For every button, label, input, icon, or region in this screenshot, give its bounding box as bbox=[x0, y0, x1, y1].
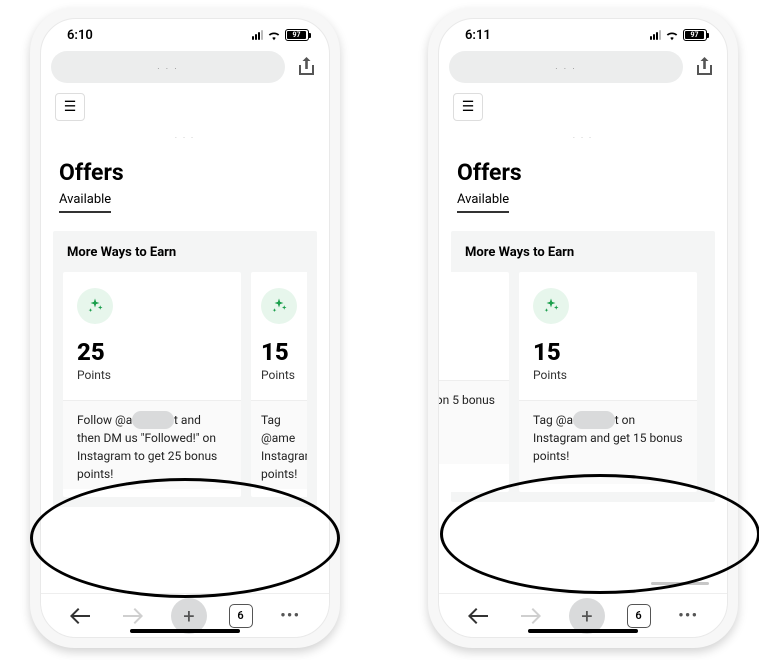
offer-description: Follow @axxxxxxxt and then DM us "Follow… bbox=[63, 400, 241, 489]
page-title: Offers bbox=[439, 143, 727, 192]
hamburger-menu-button[interactable]: ☰ bbox=[55, 93, 85, 121]
offer-card[interactable]: 15 Points Tag @ame Instagram points! bbox=[251, 272, 307, 497]
offer-card[interactable]: thrift and ved!" on 5 bonus bbox=[439, 272, 509, 492]
points-label: Points bbox=[77, 368, 227, 382]
screen: 6:10 97 . . . ☰ bbox=[40, 18, 330, 638]
page-content: ☰ . . . Offers Available More Ways to Ea… bbox=[439, 87, 727, 593]
home-indicator bbox=[528, 629, 638, 633]
status-right: 97 bbox=[650, 29, 707, 41]
status-right: 97 bbox=[252, 29, 309, 41]
tabs-button[interactable]: 6 bbox=[627, 604, 651, 628]
points-value: 15 bbox=[261, 338, 307, 366]
tab-available[interactable]: Available bbox=[457, 192, 509, 213]
screen: 6:11 97 . . . ☰ . . . bbox=[438, 18, 728, 638]
phone-mockup-right: 6:11 97 . . . ☰ . . . bbox=[428, 8, 738, 648]
offer-description: thrift and ved!" on 5 bonus bbox=[439, 380, 509, 464]
more-menu-button[interactable]: ••• bbox=[672, 600, 704, 632]
sparkle-icon bbox=[261, 288, 297, 324]
sparkle-icon bbox=[77, 288, 113, 324]
points-label: Points bbox=[261, 368, 307, 382]
redacted-handle: xxxxxxx bbox=[573, 411, 615, 429]
battery-level: 97 bbox=[292, 31, 300, 39]
forward-button[interactable] bbox=[515, 600, 547, 632]
wifi-icon bbox=[665, 29, 679, 41]
back-button[interactable] bbox=[462, 600, 494, 632]
tabs: Available bbox=[41, 192, 329, 231]
offer-card[interactable]: 25 Points Follow @axxxxxxxt and then DM … bbox=[63, 272, 241, 497]
points-value: 15 bbox=[533, 338, 683, 366]
hamburger-menu-button[interactable]: ☰ bbox=[453, 93, 483, 121]
offer-card[interactable]: 15 Points Tag @axxxxxxxt on Instagram an… bbox=[519, 272, 697, 492]
offer-description: Tag @ame Instagram points! bbox=[251, 400, 307, 489]
battery-level: 97 bbox=[690, 31, 698, 39]
tabs-button[interactable]: 6 bbox=[229, 604, 253, 628]
battery-icon: 97 bbox=[285, 29, 309, 41]
horizontal-scrollbar[interactable] bbox=[651, 582, 709, 585]
site-logo: . . . bbox=[41, 127, 329, 143]
cellular-icon bbox=[650, 30, 661, 40]
status-bar: 6:11 97 bbox=[439, 19, 727, 47]
browser-url-bar-row: . . . bbox=[41, 47, 329, 87]
phone-mockup-left: 6:10 97 . . . ☰ bbox=[30, 8, 340, 648]
url-bar[interactable]: . . . bbox=[51, 51, 285, 83]
back-button[interactable] bbox=[64, 600, 96, 632]
wifi-icon bbox=[267, 29, 281, 41]
browser-url-bar-row: . . . bbox=[439, 47, 727, 87]
more-menu-button[interactable]: ••• bbox=[274, 600, 306, 632]
status-time: 6:10 bbox=[67, 28, 93, 43]
page-content: ☰ . . . Offers Available More Ways to Ea… bbox=[41, 87, 329, 593]
site-logo: . . . bbox=[439, 127, 727, 143]
sparkle-icon bbox=[533, 288, 569, 324]
page-title: Offers bbox=[41, 143, 329, 192]
section-title: More Ways to Earn bbox=[461, 245, 705, 272]
cards-row[interactable]: 25 Points Follow @axxxxxxxt and then DM … bbox=[63, 272, 307, 497]
cellular-icon bbox=[252, 30, 263, 40]
tabs: Available bbox=[439, 192, 727, 231]
more-ways-section: More Ways to Earn 25 Points Follow @axxx… bbox=[53, 231, 317, 507]
more-ways-section: More Ways to Earn thrift and ved!" on 5 … bbox=[451, 231, 715, 502]
points-label: Points bbox=[533, 368, 683, 382]
tab-available[interactable]: Available bbox=[59, 192, 111, 213]
redacted-handle: xxxxxxx bbox=[132, 411, 174, 429]
section-title: More Ways to Earn bbox=[63, 245, 307, 272]
status-time: 6:11 bbox=[465, 28, 491, 43]
share-icon[interactable] bbox=[691, 54, 717, 80]
points-value: 25 bbox=[77, 338, 227, 366]
url-bar[interactable]: . . . bbox=[449, 51, 683, 83]
status-bar: 6:10 97 bbox=[41, 19, 329, 47]
battery-icon: 97 bbox=[683, 29, 707, 41]
share-icon[interactable] bbox=[293, 54, 319, 80]
cards-row[interactable]: thrift and ved!" on 5 bonus 15 Points Ta… bbox=[439, 272, 705, 492]
offer-description: Tag @axxxxxxxt on Instagram and get 15 b… bbox=[519, 400, 697, 484]
forward-button[interactable] bbox=[117, 600, 149, 632]
home-indicator bbox=[130, 629, 240, 633]
